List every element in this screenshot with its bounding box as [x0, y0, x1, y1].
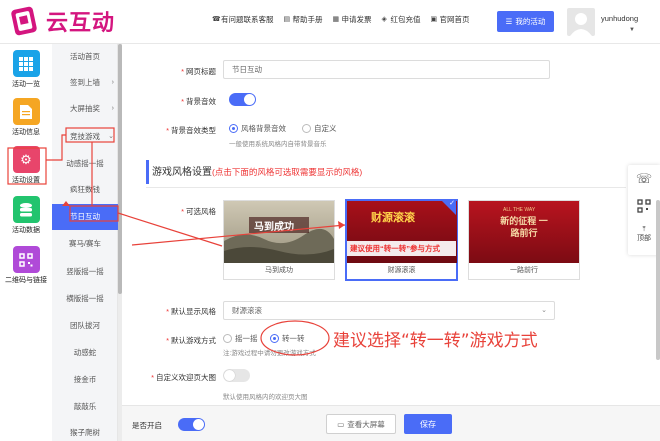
sidebar-item-activity-list[interactable]: 活动一览	[0, 50, 52, 89]
subnav-item[interactable]: 签到上墙 ›	[52, 70, 118, 96]
default-game-label: * 默认游戏方式	[166, 336, 216, 345]
radio-dot	[223, 334, 232, 343]
subnav-item-festival[interactable]: 节日互动	[52, 204, 118, 230]
style-thumbnail: ALL THE WAY 新的征程 一路前行	[469, 201, 579, 263]
welcome-toggle[interactable]	[223, 369, 250, 382]
subnav-item[interactable]: 竖版摇一摇	[52, 259, 118, 285]
annotation-text: 建议选择“转一转”游戏方式	[333, 331, 538, 351]
welcome-hint: 默认使用风格内的欢迎页大图	[223, 394, 308, 401]
sidebar-item-activity-data[interactable]: 活动数据	[0, 196, 52, 235]
subnav-item[interactable]: 动感蛇	[52, 340, 118, 366]
phone-icon[interactable]: ☏	[628, 171, 660, 187]
gear-icon: ⚙	[12, 146, 40, 173]
welcome-label: * 自定义欢迎页大图	[151, 373, 216, 382]
subnav-item[interactable]: 接金币	[52, 367, 118, 393]
enabled-toggle[interactable]	[178, 418, 205, 431]
monitor-icon: ▭	[337, 419, 345, 429]
radio-dot	[302, 124, 311, 133]
subnav-item[interactable]: 疯狂数钱	[52, 177, 118, 203]
chevron-down-icon: ⌄	[108, 133, 114, 140]
home-icon: ▣	[430, 16, 438, 23]
sidebar-item-qrcode-link[interactable]: 二维码与链接	[0, 246, 52, 285]
avatar[interactable]	[567, 8, 595, 36]
game-hint: 注:游戏过程中请勿更改游戏方式	[223, 350, 316, 357]
enabled-label: 是否开启	[132, 421, 162, 430]
subnav-item[interactable]: 敲敲乐	[52, 394, 118, 420]
bg-sound-label: * 背景音效	[181, 97, 216, 106]
page-scrollbar[interactable]	[656, 200, 660, 360]
database-icon	[12, 196, 40, 223]
style-thumbnail: 马到成功	[224, 201, 334, 263]
radio-dot	[270, 334, 279, 343]
grid-icon	[12, 50, 40, 77]
username[interactable]: yunhudong	[601, 14, 638, 23]
bg-sound-toggle[interactable]	[229, 93, 256, 106]
main-sidebar: 活动一览 活动信息 ⚙ 活动设置 活动数据 二维码与链接	[0, 44, 52, 441]
subnav-item[interactable]: 猴子爬树	[52, 420, 118, 441]
bg-sound-hint: 一般使用系统风格内自带背景音乐	[229, 141, 327, 148]
nav-invoice[interactable]: ▦ 申请发票	[333, 14, 372, 25]
radio-dot	[229, 124, 238, 133]
chevron-right-icon: ›	[111, 79, 114, 86]
arrow-up-icon: ⤒	[642, 226, 646, 233]
divider	[146, 187, 626, 188]
default-style-select[interactable]: 财源滚滚 ⌄	[223, 301, 555, 320]
radio-custom-sound[interactable]: 自定义	[302, 123, 337, 134]
logo-icon	[8, 4, 42, 38]
qrcode-icon	[12, 246, 40, 273]
default-style-label: * 默认显示风格	[166, 307, 216, 316]
sidebar-item-activity-settings[interactable]: ⚙ 活动设置	[0, 146, 52, 185]
sidebar-item-activity-info[interactable]: 活动信息	[0, 98, 52, 137]
chevron-right-icon: ›	[111, 105, 114, 112]
check-icon: ✓	[449, 200, 455, 207]
subnav-item[interactable]: 横版摇一摇	[52, 286, 118, 312]
nav-redpacket-recharge[interactable]: ◈ 红包充值	[382, 14, 421, 25]
preview-screen-button[interactable]: ▭ 查看大屏幕	[326, 414, 396, 434]
styles-label: * 可选风格	[181, 207, 216, 216]
top-nav: ☎ 有问题联系客服 ▤ 帮助手册 ▦ 申请发票 ◈ 红包充值 ▣ 官网首页	[212, 14, 470, 25]
subnav-item[interactable]: 大屏抽奖 ›	[52, 96, 118, 122]
my-activity-button[interactable]: ☰ 我的活动	[497, 11, 554, 32]
nav-help-manual[interactable]: ▤ 帮助手册	[284, 14, 323, 25]
top-header: 云互动 ☎ 有问题联系客服 ▤ 帮助手册 ▦ 申请发票 ◈ 红包充值 ▣ 官网首页 ☰ 我…	[0, 0, 660, 44]
style-card-1[interactable]: 马到成功 马到成功	[223, 200, 335, 280]
sub-nav: 活动首页 签到上墙 › 大屏抽奖 › 竞技游戏 ⌄ 动感摇一摇 疯狂数钱 节日互动 赛…	[52, 44, 118, 441]
invoice-icon: ▦	[332, 16, 340, 23]
book-icon: ▤	[283, 16, 291, 23]
style-thumbnail: 财源滚滚 建议使用“转一转”参与方式	[347, 201, 457, 263]
nav-contact-support[interactable]: ☎ 有问题联系客服	[212, 14, 274, 25]
save-button[interactable]: 保存	[404, 414, 452, 434]
bg-sound-type-label: * 背景音效类型	[166, 126, 216, 135]
page-title-label: * 网页标题	[181, 67, 216, 76]
page-title-input[interactable]: 节日互动	[223, 60, 550, 79]
document-icon	[12, 98, 40, 125]
section-title: 游戏风格设置(点击下面的风格可选取需要显示的风格)	[146, 160, 362, 184]
radio-style-sound[interactable]: 风格背景音效	[229, 123, 286, 134]
radio-spin[interactable]: 转一转	[270, 333, 305, 344]
list-icon: ☰	[505, 17, 513, 26]
subnav-item[interactable]: 团队拔河	[52, 313, 118, 339]
nav-official-home[interactable]: ▣ 官网首页	[431, 14, 470, 25]
subnav-item[interactable]: 活动首页	[52, 44, 118, 70]
shield-icon: ◈	[381, 16, 387, 23]
style-card-3[interactable]: ALL THE WAY 新的征程 一路前行 一路前行	[468, 200, 580, 280]
radio-shake[interactable]: 摇一摇	[223, 333, 258, 344]
chevron-down-icon: ⌄	[541, 307, 547, 314]
subnav-item[interactable]: 动感摇一摇	[52, 151, 118, 177]
logo[interactable]: 云互动	[8, 4, 115, 38]
subnav-item[interactable]: 竞技游戏 ⌄	[52, 124, 118, 150]
headset-icon: ☎	[212, 16, 221, 23]
caret-down-icon[interactable]: ▼	[629, 27, 635, 33]
subnav-item[interactable]: 赛马/赛车	[52, 231, 118, 257]
logo-text: 云互动	[46, 11, 116, 36]
style-card-2[interactable]: 财源滚滚 建议使用“转一转”参与方式 财源滚滚 ✓	[345, 199, 458, 281]
